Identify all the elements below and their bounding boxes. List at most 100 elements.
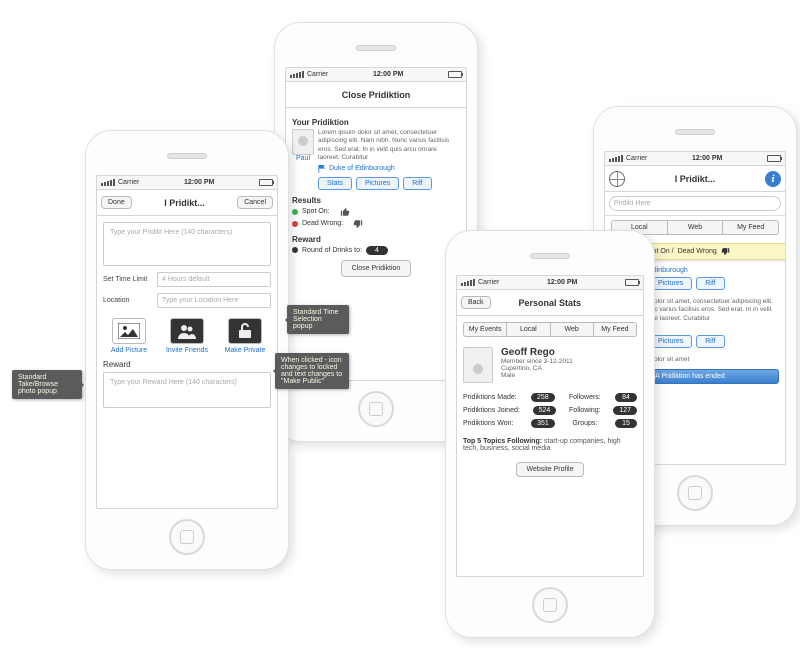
avatar xyxy=(292,129,314,155)
pridiktion-text: Lorem ipsum dolor sit amet, consectetuer… xyxy=(318,129,460,163)
stat-following-label: Following: xyxy=(569,407,601,414)
page-title: Personal Stats xyxy=(491,298,609,308)
back-button[interactable]: Back xyxy=(461,296,491,309)
profile-location: Cupertino, CA xyxy=(501,365,573,372)
riff-button[interactable]: Riff xyxy=(696,277,724,290)
pictures-button[interactable]: Pictures xyxy=(649,277,692,290)
member-since: Member since 3-12-2011 xyxy=(501,358,573,365)
clock-label: 12:00 PM xyxy=(328,71,448,78)
avatar xyxy=(463,347,493,383)
predict-textarea[interactable]: Type your Pridikt Here (140 characters) xyxy=(103,222,271,266)
battery-icon xyxy=(448,71,462,78)
stat-made-label: Pridiktions Made: xyxy=(463,394,517,401)
reward-dot-icon xyxy=(292,247,298,253)
clock-label: 12:00 PM xyxy=(647,155,767,162)
tab-my-events[interactable]: My Events xyxy=(464,323,507,336)
page-title: Close Pridiktion xyxy=(320,90,432,100)
stat-made-value: 258 xyxy=(531,393,555,402)
home-button[interactable] xyxy=(169,519,205,555)
duke-link[interactable]: Duke of Edinburough xyxy=(329,165,395,172)
callout-private: When clicked - icon changes to locked an… xyxy=(275,353,349,389)
status-bar: Carrier 12:00 PM xyxy=(286,68,466,82)
section-reward: Reward xyxy=(292,235,460,244)
reward-round-label: Round of Drinks to: xyxy=(302,247,362,254)
spot-on-label: Spot On: xyxy=(302,208,330,215)
info-icon[interactable]: i xyxy=(765,171,781,187)
section-results: Results xyxy=(292,196,460,205)
invite-friends-label: Invite Friends xyxy=(166,347,208,354)
time-limit-input[interactable]: 4 Hours default xyxy=(157,272,271,287)
carrier-label: Carrier xyxy=(118,179,139,186)
profile-gender: Male xyxy=(501,372,573,379)
tab-local[interactable]: Local xyxy=(507,323,550,336)
stat-groups-label: Groups: xyxy=(572,420,597,427)
stats-tabs[interactable]: My Events Local Web My Feed xyxy=(463,322,637,337)
location-input[interactable]: Type your Location Here xyxy=(157,293,271,308)
time-limit-label: Set Time Limit xyxy=(103,276,153,283)
pictures-button[interactable]: Pictures xyxy=(356,177,399,190)
search-input[interactable]: Pridikt Here xyxy=(609,196,781,211)
tab-web[interactable]: Web xyxy=(551,323,594,336)
close-pridiktion-button[interactable]: Close Pridiktion xyxy=(341,260,412,277)
reward-count-badge: 4 xyxy=(366,246,388,255)
note-wrong-label: Dead Wrong xyxy=(678,248,717,255)
stats-button[interactable]: Stats xyxy=(318,177,352,190)
thumbs-up-icon[interactable] xyxy=(340,207,350,217)
add-picture-button[interactable]: Add Picture xyxy=(103,318,155,354)
carrier-label: Carrier xyxy=(626,155,647,162)
stat-followers-label: Followers: xyxy=(569,394,601,401)
battery-icon xyxy=(767,155,781,162)
stat-won-label: Pridiktions Won: xyxy=(463,420,513,427)
stat-joined-value: 524 xyxy=(533,406,557,415)
thumbs-down-icon xyxy=(721,247,730,256)
stat-won-value: 351 xyxy=(531,419,555,428)
make-private-button[interactable]: Make Private xyxy=(219,318,271,354)
pictures-button[interactable]: Pictures xyxy=(649,335,692,348)
stat-followers-value: 84 xyxy=(615,393,637,402)
picture-icon xyxy=(112,318,146,344)
status-bar: Carrier 12:00 PM xyxy=(605,152,785,166)
flag-icon xyxy=(318,165,326,173)
status-bar: Carrier 12:00 PM xyxy=(457,276,643,290)
cancel-button[interactable]: Cancel xyxy=(237,196,273,209)
dead-wrong-dot-icon xyxy=(292,221,298,227)
clock-label: 12:00 PM xyxy=(499,279,625,286)
page-title: I Pridikt... xyxy=(625,174,765,184)
dead-wrong-label: Dead Wrong: xyxy=(302,220,343,227)
user-name-link[interactable]: Paul xyxy=(296,155,310,162)
battery-icon xyxy=(625,279,639,286)
stat-following-value: 127 xyxy=(613,406,637,415)
home-button[interactable] xyxy=(677,475,713,511)
home-button[interactable] xyxy=(358,391,394,427)
page-title: I Pridikt... xyxy=(132,198,237,208)
thumbs-down-icon[interactable] xyxy=(353,219,363,229)
tab-my-feed[interactable]: My Feed xyxy=(723,221,778,234)
riff-button[interactable]: Riff xyxy=(696,335,724,348)
add-picture-label: Add Picture xyxy=(111,347,147,354)
status-bar: Carrier 12:00 PM xyxy=(97,176,277,190)
unlock-icon xyxy=(228,318,262,344)
carrier-label: Carrier xyxy=(478,279,499,286)
tab-my-feed[interactable]: My Feed xyxy=(594,323,636,336)
home-button[interactable] xyxy=(532,587,568,623)
riff-button[interactable]: Riff xyxy=(403,177,431,190)
friends-icon xyxy=(170,318,204,344)
callout-time: Standard Time Selection popup xyxy=(287,305,349,334)
callout-photo: Standard Take/Browse photo popup xyxy=(12,370,82,399)
reward-textarea[interactable]: Type your Reward Here (140 characters) xyxy=(103,372,271,408)
section-your-pridiktion: Your Pridiktion xyxy=(292,118,460,127)
top5-label: Top 5 Topics Following: xyxy=(463,438,542,445)
spot-on-dot-icon xyxy=(292,209,298,215)
tab-web[interactable]: Web xyxy=(668,221,724,234)
carrier-label: Carrier xyxy=(307,71,328,78)
done-button[interactable]: Done xyxy=(101,196,132,209)
reward-label: Reward xyxy=(103,360,271,369)
stat-joined-label: Pridiktions Joined: xyxy=(463,407,520,414)
profile-name: Geoff Rego xyxy=(501,347,573,358)
make-private-label: Make Private xyxy=(225,347,266,354)
stat-groups-value: 15 xyxy=(615,419,637,428)
location-label: Location xyxy=(103,297,153,304)
globe-icon[interactable] xyxy=(609,171,625,187)
invite-friends-button[interactable]: Invite Friends xyxy=(161,318,213,354)
website-profile-button[interactable]: Website Profile xyxy=(516,462,585,477)
